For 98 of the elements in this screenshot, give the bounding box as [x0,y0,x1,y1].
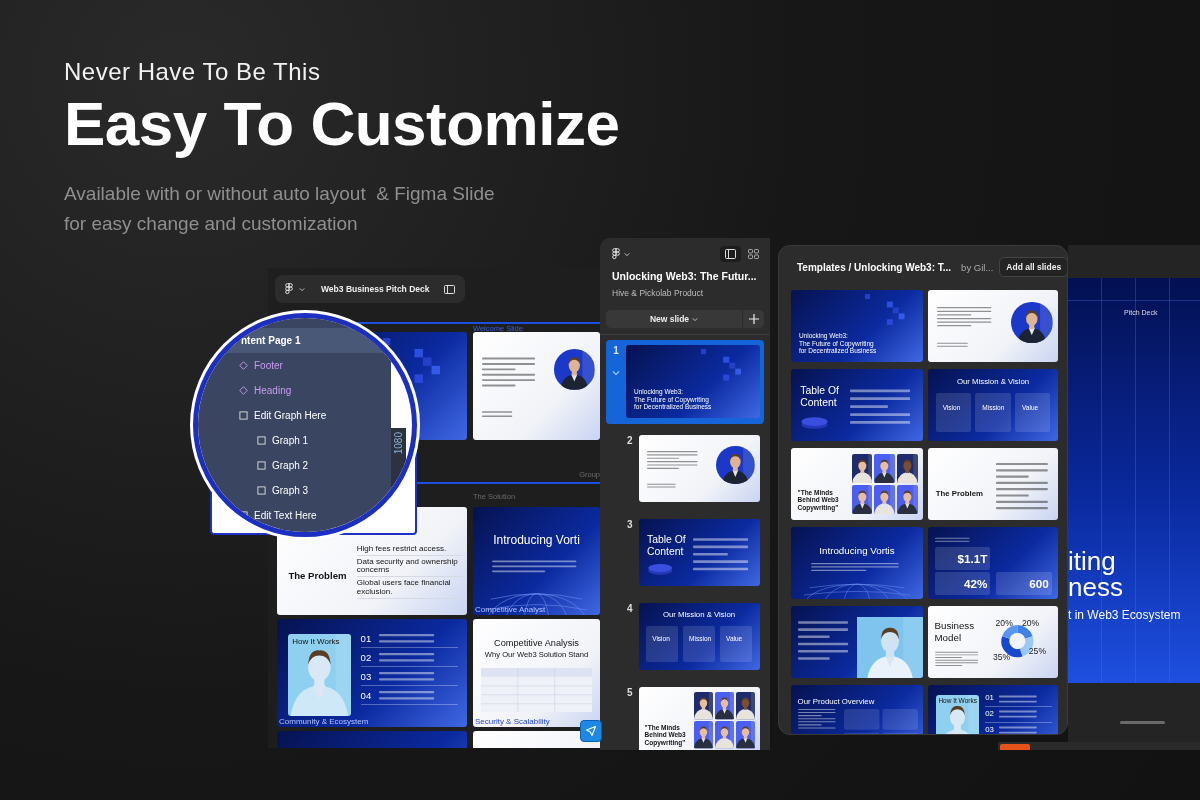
slide-title: Business Model [934,620,976,643]
add-all-slides-button[interactable]: Add all slides [999,257,1067,277]
stat-value: $1.1T [957,551,988,566]
slide-title: How It Works [292,637,340,647]
data-label: 25% [1029,646,1047,657]
slide-thumbnail[interactable]: Introducing Vortis [791,527,923,599]
chevron-down-icon[interactable] [612,370,620,376]
caret-icon [692,316,699,322]
text-lines-drawing [937,341,970,348]
layer-item[interactable]: Graph 2 [198,453,391,478]
slide-list-item[interactable]: 3 Table Of Content [606,514,764,592]
step-number: 01 [360,632,372,644]
slide-number: 3 [627,519,633,530]
slide-list-item[interactable]: 2 [606,430,764,508]
text-lines-drawing [999,693,1039,704]
slide-thumbnail[interactable]: How It Works 01 02 03 04 Community & Ecosystem [277,619,467,727]
resize-handle[interactable] [1120,721,1165,724]
text-lines-drawing [934,650,980,667]
layer-item[interactable]: Footer [198,353,391,378]
main-heading: Easy To Customize [64,88,620,159]
pixel-squares-drawing [864,294,905,326]
text-lines-drawing [647,449,701,470]
pixel-squares-drawing [383,338,441,384]
slide-thumbnail[interactable] [791,606,923,678]
layer-item[interactable]: Heading [198,378,391,403]
diamond-icon [239,361,248,370]
slide-thumbnail[interactable] [638,435,760,502]
text-lines-drawing [934,537,971,543]
stat-value: 42% [963,576,988,591]
step-number: 02 [360,651,372,663]
slide-title: iting ness [1068,548,1124,600]
sidebar-icon[interactable] [443,284,455,294]
caret-icon [299,286,305,292]
step-number: 04 [360,689,372,701]
slide-number: 2 [627,435,633,446]
disc-stack-drawing [800,414,830,430]
slide-thumbnail[interactable]: Introducing Vorti Competitive Analyst [473,507,600,615]
layer-item[interactable]: Graph 1 [198,428,391,453]
text-lines-drawing [995,460,1051,512]
caret-icon [624,251,630,257]
pixel-squares-drawing [701,349,742,381]
list-view-button[interactable] [720,246,741,262]
deck-subtitle: Hive & Pickolab Product [611,287,705,298]
section-label: Competitive Analyst [475,604,546,614]
slide-thumbnail[interactable]: Business Model 20% 25% 35% 20% [928,606,1058,678]
author-label: by Gil... [961,261,994,273]
slide-title: Introducing Vorti [492,534,581,548]
text-lines-drawing [481,355,538,389]
slide-title: Introducing Vortis [818,545,896,557]
slide-number: 4 [627,603,633,614]
sidebar-icon [725,249,736,259]
text-lines-drawing [797,618,851,663]
new-slide-button[interactable]: New slide [606,310,742,328]
cursor-tool-button[interactable] [580,720,602,742]
slide-number: 5 [627,687,633,698]
slide-title: Table Of Content [800,384,840,409]
data-label: 20% [1022,617,1040,628]
breadcrumb: Templates / Unlocking Web3: T... [797,261,952,273]
step-number: 03 [360,670,372,682]
text-lines-drawing [797,708,838,730]
slide-thumbnail[interactable] [473,332,600,440]
data-label: 35% [993,652,1011,663]
data-label: 20% [995,617,1014,628]
logo-icon [612,248,620,260]
deck-title: Unlocking Web3: The Futur... [612,270,757,282]
list-item: Data security and ownership concerns [356,557,464,578]
slide-thumbnail[interactable]: $1.1T 42% 600 [928,527,1058,599]
diamond-icon [239,386,248,395]
layer-item[interactable]: Edit Graph Here [198,403,391,428]
slide-thumbnail[interactable]: Table Of Content [638,519,760,586]
slide-title: The Problem [288,569,347,581]
slide-title: Competitive Analysis [493,638,580,649]
stat-value: 600 [1029,576,1049,591]
cursor-icon [585,725,597,737]
list-item: Global users face financial exclusion. [356,579,464,599]
text-lines-drawing [999,724,1039,734]
text-lines-drawing [647,483,678,489]
list-item: High fees restrict access. [356,544,464,556]
layer-item[interactable]: Graph 3 [198,478,391,503]
section-label: Security & Scalability [475,716,550,726]
add-slide-button[interactable] [742,310,764,328]
slide-thumbnail[interactable]: Table Of Content [791,369,923,441]
text-lines-drawing [481,409,514,419]
disc-stack-drawing [647,562,674,576]
text-lines-drawing [999,709,1039,720]
plus-icon [748,314,759,324]
eyebrow-heading: Never Have To Be This [64,58,322,86]
slide-thumbnail[interactable] [928,290,1058,362]
logo-icon [285,283,293,295]
dimension-label: 1080 [393,432,404,455]
slide-number: 1 [613,345,619,356]
section-label: Community & Ecosystem [279,716,369,726]
grid-icon [748,249,759,259]
slide-title: Table Of Content [647,533,687,558]
slide-subtitle: t in Web3 Ecosystem [1068,608,1182,622]
file-title: Web3 Business Pitch Deck [321,284,430,294]
subtitle-line: for easy change and customization [64,212,359,236]
subtitle-line: Available with or without auto layout & Figma Slide [64,182,496,206]
